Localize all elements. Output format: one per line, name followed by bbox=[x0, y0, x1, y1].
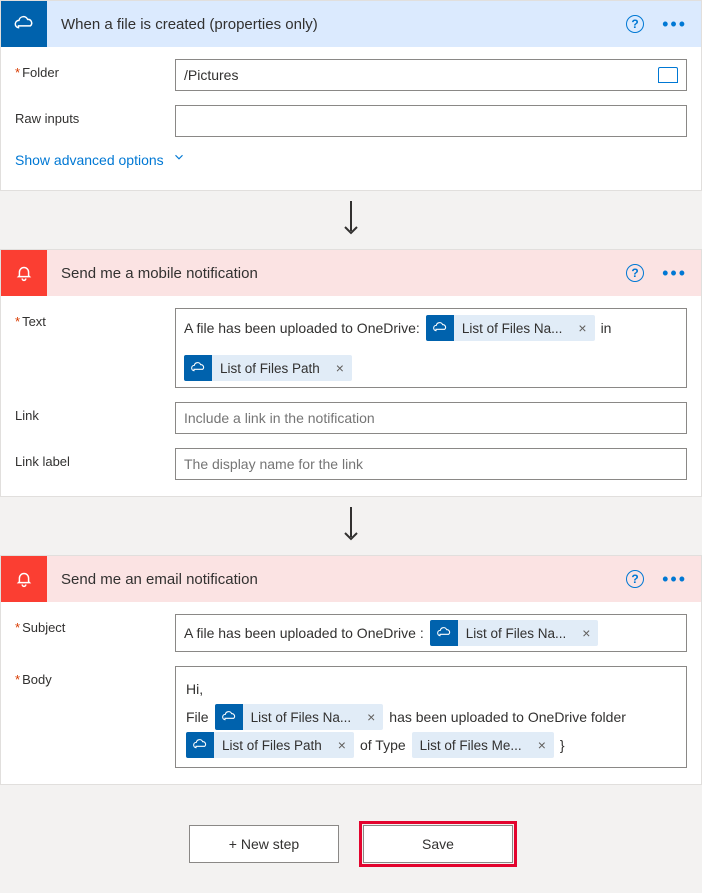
action-mobile-card: Send me a mobile notification ? ••• *Tex… bbox=[0, 249, 702, 497]
token-remove-icon[interactable]: × bbox=[359, 704, 383, 730]
text-label: *Text bbox=[15, 308, 175, 329]
link-label: Link bbox=[15, 402, 175, 423]
folder-picker-icon[interactable] bbox=[652, 60, 686, 90]
action-mobile-header[interactable]: Send me a mobile notification ? ••• bbox=[1, 250, 701, 296]
new-step-button[interactable]: + New step bbox=[189, 825, 339, 863]
text-input[interactable]: A file has been uploaded to OneDrive: Li… bbox=[175, 308, 687, 388]
help-icon[interactable]: ? bbox=[626, 570, 644, 588]
token-files-name[interactable]: List of Files Na... × bbox=[426, 315, 595, 341]
subject-input[interactable]: A file has been uploaded to OneDrive : L… bbox=[175, 614, 687, 652]
more-icon[interactable]: ••• bbox=[658, 263, 691, 284]
raw-inputs-label: Raw inputs bbox=[15, 105, 175, 126]
save-button[interactable]: Save bbox=[363, 825, 513, 863]
connector-arrow bbox=[0, 191, 702, 249]
token-files-name[interactable]: List of Files Na... × bbox=[430, 620, 599, 646]
folder-label: *Folder bbox=[15, 59, 175, 80]
token-remove-icon[interactable]: × bbox=[330, 732, 354, 758]
trigger-header[interactable]: When a file is created (properties only)… bbox=[1, 1, 701, 47]
action-mobile-title: Send me a mobile notification bbox=[47, 265, 626, 282]
token-remove-icon[interactable]: × bbox=[530, 732, 554, 758]
onedrive-icon bbox=[186, 732, 214, 758]
text-between: in bbox=[601, 320, 612, 336]
action-email-title: Send me an email notification bbox=[47, 571, 626, 588]
link-label-label: Link label bbox=[15, 448, 175, 469]
folder-value: /Pictures bbox=[184, 67, 238, 83]
onedrive-icon bbox=[426, 315, 454, 341]
onedrive-icon bbox=[184, 355, 212, 381]
raw-inputs-field[interactable] bbox=[184, 113, 678, 129]
help-icon[interactable]: ? bbox=[626, 264, 644, 282]
onedrive-icon bbox=[215, 704, 243, 730]
subject-prefix: A file has been uploaded to OneDrive : bbox=[184, 625, 424, 641]
connector-arrow bbox=[0, 497, 702, 555]
link-label-input[interactable] bbox=[175, 448, 687, 480]
folder-input[interactable]: /Pictures bbox=[175, 59, 687, 91]
token-files-name[interactable]: List of Files Na... × bbox=[215, 704, 384, 730]
action-email-header[interactable]: Send me an email notification ? ••• bbox=[1, 556, 701, 602]
subject-label: *Subject bbox=[15, 614, 175, 635]
text-prefix: A file has been uploaded to OneDrive: bbox=[184, 320, 420, 336]
show-advanced-toggle[interactable]: Show advanced options bbox=[15, 151, 186, 174]
token-files-media[interactable]: List of Files Me... × bbox=[412, 732, 554, 758]
more-icon[interactable]: ••• bbox=[658, 14, 691, 35]
bell-icon bbox=[1, 250, 47, 296]
token-remove-icon[interactable]: × bbox=[328, 360, 352, 376]
link-input[interactable] bbox=[175, 402, 687, 434]
trigger-body: *Folder /Pictures Raw inputs Show advanc… bbox=[1, 47, 701, 190]
token-files-path[interactable]: List of Files Path × bbox=[184, 355, 352, 381]
footer-bar: + New step Save bbox=[0, 785, 702, 887]
help-icon[interactable]: ? bbox=[626, 15, 644, 33]
token-remove-icon[interactable]: × bbox=[574, 625, 598, 641]
action-email-body: *Subject A file has been uploaded to One… bbox=[1, 602, 701, 784]
token-files-path[interactable]: List of Files Path × bbox=[186, 732, 354, 758]
action-email-card: Send me an email notification ? ••• *Sub… bbox=[0, 555, 702, 785]
link-label-field[interactable] bbox=[184, 456, 678, 472]
action-mobile-body: *Text A file has been uploaded to OneDri… bbox=[1, 296, 701, 496]
chevron-down-icon bbox=[172, 150, 186, 167]
body-input[interactable]: Hi, File List of Files Na... × has been … bbox=[175, 666, 687, 768]
body-label: *Body bbox=[15, 666, 175, 687]
token-remove-icon[interactable]: × bbox=[570, 320, 594, 336]
onedrive-icon bbox=[1, 1, 47, 47]
more-icon[interactable]: ••• bbox=[658, 569, 691, 590]
bell-icon bbox=[1, 556, 47, 602]
raw-inputs-input[interactable] bbox=[175, 105, 687, 137]
link-field[interactable] bbox=[184, 410, 678, 426]
trigger-card: When a file is created (properties only)… bbox=[0, 0, 702, 191]
onedrive-icon bbox=[430, 620, 458, 646]
trigger-title: When a file is created (properties only) bbox=[47, 16, 626, 33]
